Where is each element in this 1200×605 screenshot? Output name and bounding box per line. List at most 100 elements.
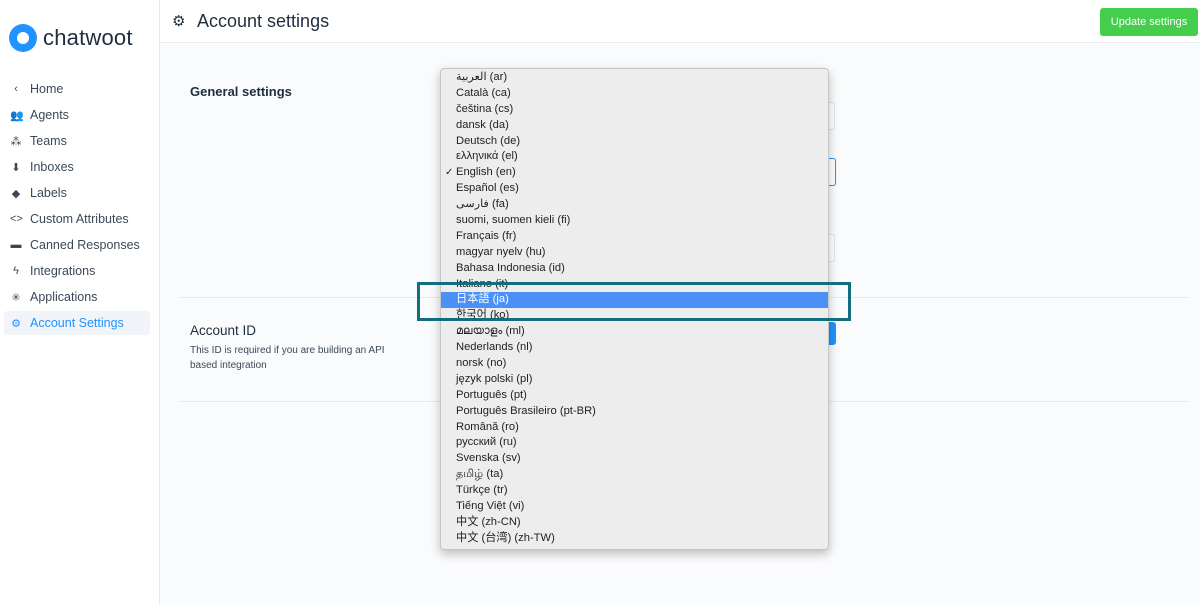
general-settings-title: General settings xyxy=(190,84,292,99)
language-option-label: čeština (cs) xyxy=(456,102,514,115)
language-option[interactable]: Español (es) xyxy=(441,181,828,197)
language-option[interactable]: suomi, suomen kieli (fi) xyxy=(441,213,828,229)
language-option-label: русский (ru) xyxy=(456,436,517,449)
language-option[interactable]: čeština (cs) xyxy=(441,102,828,118)
people-icon: 👥 xyxy=(10,109,24,122)
update-settings-button[interactable]: Update settings xyxy=(1100,8,1198,36)
sidebar-nav: ‹ Home 👥 Agents ⁂ Teams ⬇ Inboxes ◆ Labels <> Custo… xyxy=(4,77,150,337)
language-option[interactable]: Türkçe (tr) xyxy=(441,483,828,499)
language-option[interactable]: dansk (da) xyxy=(441,118,828,134)
chatwoot-logo-icon xyxy=(9,24,37,52)
language-option-label: Català (ca) xyxy=(456,86,511,99)
chevron-left-icon: ‹ xyxy=(14,83,18,95)
sidebar-item-label: Agents xyxy=(30,108,69,122)
account-id-description: This ID is required if you are building … xyxy=(190,345,385,371)
domain-field[interactable] xyxy=(828,234,835,262)
sidebar-item-agents[interactable]: 👥 Agents xyxy=(4,103,150,127)
language-option[interactable]: Deutsch (de) xyxy=(441,134,828,150)
language-option-label: ελληνικά (el) xyxy=(456,150,518,163)
language-option-label: English (en) xyxy=(456,166,516,179)
sidebar-item-label: Custom Attributes xyxy=(30,212,129,226)
language-option-label: Português (pt) xyxy=(456,388,527,401)
sidebar-item-label: Inboxes xyxy=(30,160,74,174)
page-title: Account settings xyxy=(197,11,330,31)
sidebar-item-label: Account Settings xyxy=(30,316,124,330)
language-option-label: 日本語 (ja) xyxy=(456,293,509,306)
language-select[interactable] xyxy=(828,158,836,186)
sidebar-item-canned-responses[interactable]: ▬ Canned Responses xyxy=(4,233,150,257)
language-option[interactable]: العربية (ar) xyxy=(441,70,828,86)
language-option[interactable]: język polski (pl) xyxy=(441,372,828,388)
language-option[interactable]: Tiếng Việt (vi) xyxy=(441,499,828,515)
language-option-label: 한국어 (ko) xyxy=(456,309,510,322)
language-option-label: magyar nyelv (hu) xyxy=(456,245,546,258)
language-option[interactable]: Português Brasileiro (pt-BR) xyxy=(441,404,828,420)
language-option-label: Español (es) xyxy=(456,182,519,195)
language-option[interactable]: norsk (no) xyxy=(441,356,828,372)
checkmark-icon: ✓ xyxy=(445,167,454,179)
language-option[interactable]: Nederlands (nl) xyxy=(441,340,828,356)
chat-icon: ▬ xyxy=(10,239,22,251)
language-option[interactable]: magyar nyelv (hu) xyxy=(441,245,828,261)
language-option-label: norsk (no) xyxy=(456,357,507,370)
sidebar-item-teams[interactable]: ⁂ Teams xyxy=(4,129,150,153)
language-option-label: język polski (pl) xyxy=(456,372,533,385)
language-option[interactable]: Italiano (it) xyxy=(441,277,828,293)
language-dropdown-list[interactable]: العربية (ar) Català (ca) čeština (cs) dansk… xyxy=(440,68,829,550)
language-option[interactable]: Français (fr) xyxy=(441,229,828,245)
gear-icon: ⚙ xyxy=(11,317,21,330)
language-option[interactable]: Svenska (sv) xyxy=(441,451,828,467)
bolt-icon: ϟ xyxy=(13,265,19,277)
language-option[interactable]: Bahasa Indonesia (id) xyxy=(441,261,828,277)
asterisk-icon: ✳ xyxy=(11,291,21,304)
language-option-label: العربية (ar) xyxy=(456,71,508,83)
language-option-label: Português Brasileiro (pt-BR) xyxy=(456,404,596,417)
account-name-field[interactable] xyxy=(828,102,835,130)
sidebar-item-integrations[interactable]: ϟ Integrations xyxy=(4,259,150,283)
language-option[interactable]: Català (ca) xyxy=(441,86,828,102)
language-option[interactable]: 中文 (台湾) (zh-TW) xyxy=(441,531,828,547)
language-option-label: Română (ro) xyxy=(456,420,519,433)
language-option-label: suomi, suomen kieli (fi) xyxy=(456,214,571,227)
sidebar-item-labels[interactable]: ◆ Labels xyxy=(4,181,150,205)
language-option-label: Bahasa Indonesia (id) xyxy=(456,261,565,274)
language-option[interactable]: русский (ru) xyxy=(441,435,828,451)
language-option[interactable]: 한국어 (ko) xyxy=(441,308,828,324)
language-option[interactable]: Română (ro) xyxy=(441,420,828,436)
language-option[interactable]: മലയാളം (ml) xyxy=(441,324,828,340)
brand-name: chatwoot xyxy=(43,25,133,50)
language-option[interactable]: فارسی (fa) xyxy=(441,197,828,213)
account-id-copy-button[interactable] xyxy=(828,322,836,345)
tag-icon: ◆ xyxy=(11,187,21,200)
brand[interactable]: chatwoot xyxy=(9,24,133,52)
language-option-label: Italiano (it) xyxy=(456,277,509,290)
language-option-label: Tiếng Việt (vi) xyxy=(456,500,525,513)
language-option-label: മലയാളം (ml) xyxy=(456,325,525,338)
account-id-title: Account ID xyxy=(190,323,257,338)
sidebar-item-inboxes[interactable]: ⬇ Inboxes xyxy=(4,155,150,179)
page-header: ⚙ Account settings Update settings xyxy=(160,0,1200,43)
language-option[interactable]: ✓ English (en) xyxy=(441,165,828,181)
language-option[interactable]: ελληνικά (el) xyxy=(441,149,828,165)
language-option[interactable]: தமிழ் (ta) xyxy=(441,467,828,483)
sidebar-item-home[interactable]: ‹ Home xyxy=(4,77,150,101)
language-option-label: 中文 (zh-CN) xyxy=(456,515,521,528)
sidebar-item-label: Integrations xyxy=(30,264,96,278)
sidebar-item-label: Teams xyxy=(30,134,67,148)
sidebar-item-applications[interactable]: ✳ Applications xyxy=(4,285,150,309)
sidebar-item-label: Applications xyxy=(30,290,98,304)
code-icon: <> xyxy=(10,213,23,225)
language-option-label: Nederlands (nl) xyxy=(456,341,533,354)
language-option-label: Deutsch (de) xyxy=(456,134,521,147)
sidebar-item-label: Home xyxy=(30,82,64,96)
language-option-label: فارسی (fa) xyxy=(456,198,509,211)
language-option[interactable]: 日本語 (ja) xyxy=(441,292,828,309)
sidebar: chatwoot ‹ Home 👥 Agents ⁂ Teams ⬇ Inboxes ◆ Labe… xyxy=(0,0,160,605)
language-option-label: Svenska (sv) xyxy=(456,452,521,465)
sidebar-item-custom-attributes[interactable]: <> Custom Attributes xyxy=(4,207,150,231)
language-option[interactable]: 中文 (zh-CN) xyxy=(441,515,828,531)
gear-icon: ⚙ xyxy=(172,13,186,30)
language-option-label: Türkçe (tr) xyxy=(456,484,508,497)
sidebar-item-account-settings[interactable]: ⚙ Account Settings xyxy=(4,311,150,335)
language-option[interactable]: Português (pt) xyxy=(441,388,828,404)
